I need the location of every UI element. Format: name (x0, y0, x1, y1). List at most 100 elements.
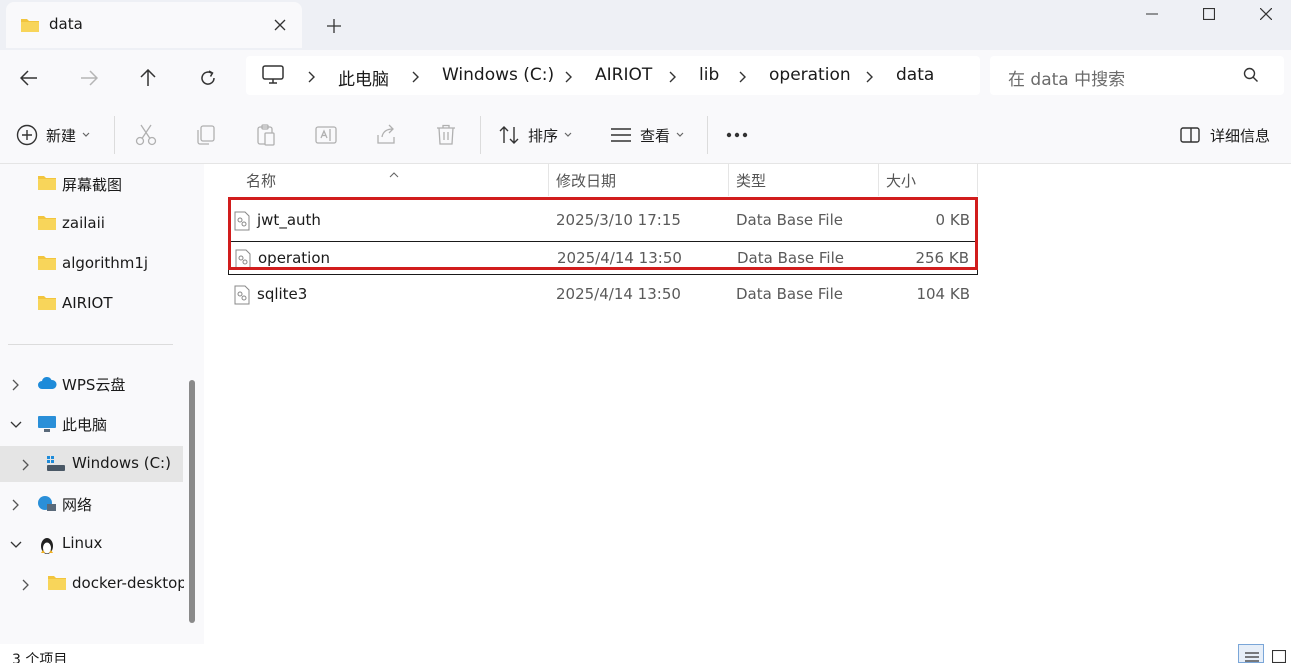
column-divider[interactable] (548, 164, 549, 196)
sidebar-item-this-pc[interactable]: 此电脑 (0, 406, 183, 442)
refresh-button[interactable] (190, 60, 226, 96)
sidebar-item-label: 网络 (62, 496, 93, 514)
command-bar: 新建 排序 查看 详细信息 (0, 106, 1291, 164)
sidebar-item-linux[interactable]: Linux (0, 526, 183, 562)
database-file-icon (234, 285, 250, 305)
chevron-right-icon (412, 69, 420, 87)
view-button[interactable]: 查看 (610, 118, 692, 152)
search-box[interactable]: 在 data 中搜索 (990, 56, 1284, 95)
computer-icon (262, 65, 284, 89)
sidebar-item-label: AIRIOT (62, 294, 113, 312)
sidebar-item-airiot[interactable]: AIRIOT (0, 286, 183, 322)
folder-icon (38, 176, 56, 190)
red-highlight-annotation (228, 197, 978, 270)
chevron-right-icon[interactable] (22, 459, 30, 471)
copy-icon[interactable] (194, 123, 218, 147)
delete-icon[interactable] (434, 123, 458, 147)
folder-icon (48, 576, 66, 590)
column-header-type[interactable]: 类型 (736, 164, 766, 196)
close-window-button[interactable] (1243, 0, 1289, 28)
column-header-name[interactable]: 名称 (246, 164, 276, 196)
column-name-label: 名称 (246, 171, 277, 190)
up-button[interactable] (130, 60, 166, 96)
tiles-view-icon (1272, 650, 1286, 663)
status-bar: 3 个项目 (0, 644, 1291, 663)
sidebar-item-algorithm1j[interactable]: algorithm1j (0, 246, 183, 282)
column-divider[interactable] (977, 164, 978, 196)
sidebar-item-label: docker-desktop (72, 574, 184, 592)
tiles-view-button[interactable] (1266, 644, 1291, 663)
file-modified: 2025/4/14 13:50 (556, 285, 681, 303)
new-label: 新建 (46, 126, 77, 145)
minimize-button[interactable] (1129, 0, 1175, 28)
close-tab-icon[interactable] (268, 13, 292, 37)
sidebar-item-label: algorithm1j (62, 254, 149, 272)
column-header-modified[interactable]: 修改日期 (556, 164, 616, 196)
new-button[interactable]: 新建 (16, 118, 100, 152)
cloud-icon (38, 376, 57, 389)
computer-icon (38, 416, 56, 432)
address-bar[interactable]: 此电脑 Windows (C:) AIRIOT lib operation da… (246, 56, 980, 95)
breadcrumb-lib[interactable]: lib (699, 65, 719, 85)
tab-data[interactable]: data (6, 2, 302, 48)
more-options-button[interactable] (726, 118, 752, 152)
search-icon[interactable] (1243, 67, 1259, 87)
rename-icon[interactable] (314, 123, 338, 147)
sidebar-item-label: WPS云盘 (62, 376, 126, 394)
chevron-down-icon (564, 132, 572, 137)
cut-icon[interactable] (134, 123, 158, 147)
sort-button[interactable]: 排序 (498, 118, 580, 152)
column-header-size[interactable]: 大小 (886, 164, 916, 196)
folder-icon (38, 216, 56, 230)
drive-icon (47, 456, 65, 471)
toolbar-divider (707, 116, 708, 154)
sidebar-item-network[interactable]: 网络 (0, 486, 183, 522)
sidebar-item-docker-desktop[interactable]: docker-desktop (0, 566, 184, 602)
breadcrumb-data[interactable]: data (896, 65, 934, 85)
breadcrumb-windows-c[interactable]: Windows (C:) (442, 65, 554, 85)
view-list-icon (611, 128, 631, 142)
chevron-right-icon[interactable] (12, 499, 20, 511)
chevron-right-icon[interactable] (22, 579, 30, 591)
network-icon (38, 496, 56, 511)
details-pane-button[interactable]: 详细信息 (1180, 118, 1280, 152)
share-icon[interactable] (374, 123, 398, 147)
breadcrumb-airiot[interactable]: AIRIOT (595, 65, 652, 85)
chevron-down-icon[interactable] (10, 421, 22, 429)
folder-icon (38, 256, 56, 270)
breadcrumb-operation[interactable]: operation (769, 65, 851, 85)
sidebar-item-label: 此电脑 (62, 416, 108, 434)
sidebar-scrollbar[interactable] (189, 380, 195, 623)
chevron-right-icon (669, 69, 677, 87)
sort-icon (499, 126, 519, 144)
details-view-button[interactable] (1238, 644, 1264, 663)
file-name: sqlite3 (257, 285, 308, 303)
chevron-right-icon (308, 69, 316, 87)
new-tab-button[interactable] (320, 12, 348, 40)
table-row[interactable]: sqlite3 2025/4/14 13:50 Data Base File 1… (228, 278, 978, 312)
chevron-down-icon[interactable] (10, 541, 22, 549)
sidebar-item-zailaii[interactable]: zailaii (0, 206, 183, 242)
sort-ascending-icon (389, 164, 399, 182)
title-bar: data (0, 0, 1291, 50)
chevron-down-icon (82, 132, 90, 137)
tab-label: data (49, 15, 83, 33)
column-size-label: 大小 (886, 171, 917, 190)
column-divider[interactable] (728, 164, 729, 196)
sidebar-item-screenshots[interactable]: 屏幕截图 (0, 166, 183, 202)
sidebar-item-wps-cloud[interactable]: WPS云盘 (0, 366, 183, 402)
sidebar-item-windows-c[interactable]: Windows (C:) (0, 446, 183, 482)
chevron-right-icon[interactable] (12, 379, 20, 391)
paste-icon[interactable] (254, 123, 278, 147)
breadcrumb-this-pc[interactable]: 此电脑 (338, 65, 389, 90)
details-pane-icon (1180, 127, 1200, 143)
maximize-button[interactable] (1186, 0, 1232, 28)
column-divider[interactable] (878, 164, 879, 196)
sidebar-item-label: 屏幕截图 (62, 176, 123, 194)
view-label: 查看 (640, 126, 671, 145)
forward-button[interactable] (71, 60, 107, 96)
column-type-label: 类型 (736, 171, 767, 190)
back-button[interactable] (11, 60, 47, 96)
file-type: Data Base File (736, 285, 843, 303)
chevron-down-icon (676, 132, 684, 137)
